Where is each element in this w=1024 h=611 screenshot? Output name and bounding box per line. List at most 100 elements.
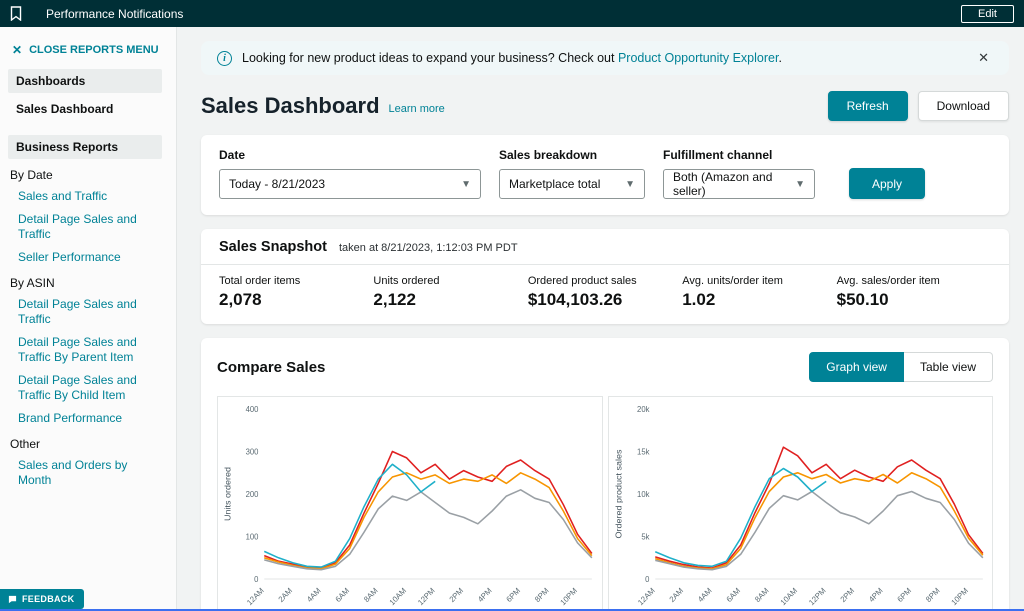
svg-text:300: 300 (246, 447, 259, 456)
stat-value: $104,103.26 (527, 290, 623, 309)
svg-text:10PM: 10PM (949, 586, 969, 607)
filters-card: Date Today - 8/21/2023 ▼ Sales breakdown… (201, 135, 1009, 215)
svg-text:12AM: 12AM (245, 586, 265, 607)
svg-text:10AM: 10AM (778, 586, 798, 607)
compare-sales-title: Compare Sales (217, 358, 326, 376)
apply-button[interactable]: Apply (849, 168, 926, 199)
svg-text:400: 400 (246, 405, 259, 414)
feedback-button[interactable]: FEEDBACK (0, 589, 85, 609)
fulfillment-channel-select[interactable]: Both (Amazon and seller) ▼ (663, 169, 815, 199)
stat-value: 2,078 (219, 290, 262, 309)
svg-text:12PM: 12PM (807, 586, 827, 607)
sidebar-item-detail-page-child-item[interactable]: Detail Page Sales and Traffic By Child I… (0, 369, 176, 407)
sidebar-item-brand-performance[interactable]: Brand Performance (0, 407, 176, 430)
snapshot-stats: Total order items 2,078 Units ordered 2,… (201, 265, 1009, 324)
refresh-button[interactable]: Refresh (827, 91, 908, 121)
info-icon: i (217, 50, 232, 66)
svg-text:2PM: 2PM (838, 586, 855, 604)
svg-text:Ordered product sales: Ordered product sales (613, 449, 623, 539)
download-button[interactable]: Download (917, 91, 1009, 121)
svg-text:4PM: 4PM (867, 586, 884, 604)
svg-text:6AM: 6AM (334, 586, 351, 604)
stat-units-ordered: Units ordered 2,122 (373, 275, 527, 310)
svg-text:200: 200 (246, 490, 259, 499)
svg-text:2PM: 2PM (448, 586, 465, 604)
svg-text:0: 0 (254, 575, 259, 584)
sidebar-item-detail-page-parent-item[interactable]: Detail Page Sales and Traffic By Parent … (0, 331, 176, 369)
banner-suffix: . (778, 51, 782, 65)
svg-text:6PM: 6PM (895, 586, 912, 604)
stat-label: Total order items (219, 275, 301, 287)
banner-message: Looking for new product ideas to expand … (242, 51, 615, 65)
svg-text:Units ordered: Units ordered (223, 467, 233, 521)
snapshot-timestamp: taken at 8/21/2023, 1:12:03 PM PDT (338, 242, 518, 254)
compare-sales-card: Compare Sales Graph view Table view 0 100… (201, 338, 1009, 611)
sidebar-group-by-asin: By ASIN (10, 276, 55, 290)
fulfillment-channel-label: Fulfillment channel (663, 148, 773, 162)
svg-text:15k: 15k (637, 447, 649, 456)
stat-value: 2,122 (373, 290, 416, 309)
sidebar-item-sales-orders-by-month[interactable]: Sales and Orders by Month (0, 454, 176, 492)
chevron-down-icon: ▼ (795, 178, 805, 190)
sales-snapshot-title: Sales Snapshot (219, 239, 327, 255)
close-icon: ✕ (12, 43, 23, 57)
sidebar-group-by-date: By Date (10, 168, 53, 182)
svg-text:20k: 20k (637, 405, 649, 414)
svg-text:4PM: 4PM (476, 586, 493, 604)
table-view-button[interactable]: Table view (903, 352, 993, 382)
svg-text:6AM: 6AM (724, 586, 741, 604)
stat-avg-units-per-order: Avg. units/order item 1.02 (682, 275, 836, 310)
comment-icon (8, 595, 17, 603)
sidebar-item-seller-performance[interactable]: Seller Performance (0, 246, 176, 269)
close-reports-label: CLOSE REPORTS MENU (29, 44, 159, 56)
info-banner: i Looking for new product ideas to expan… (201, 41, 1009, 75)
fulfillment-channel-value: Both (Amazon and seller) (673, 170, 773, 198)
graph-view-button[interactable]: Graph view (809, 352, 904, 382)
svg-text:4AM: 4AM (696, 586, 713, 604)
banner-close-icon[interactable]: ✕ (974, 48, 993, 68)
svg-text:6PM: 6PM (505, 586, 522, 604)
stat-value: $50.10 (836, 290, 889, 309)
svg-text:2AM: 2AM (667, 586, 684, 604)
ordered-product-sales-chart-panel: 0 5k 10k 15k 20k Ordered product sales 12AM 2AM… (607, 396, 993, 611)
topbar-title: Performance Notifications (46, 6, 184, 21)
banner-text: Looking for new product ideas to expand … (242, 51, 782, 65)
product-opportunity-explorer-link[interactable]: Product Opportunity Explorer (618, 51, 779, 65)
stat-value: 1.02 (682, 290, 716, 309)
date-select-value: Today - 8/21/2023 (229, 177, 326, 191)
sidebar-item-sales-dashboard[interactable]: Sales Dashboard (0, 95, 176, 123)
stat-ordered-product-sales: Ordered product sales $104,103.26 (528, 275, 682, 310)
svg-text:8AM: 8AM (753, 586, 770, 604)
stat-label: Avg. units/order item (682, 275, 783, 287)
svg-text:8AM: 8AM (362, 586, 379, 604)
bookmark-icon[interactable] (10, 6, 24, 22)
stat-label: Ordered product sales (527, 275, 637, 287)
sales-breakdown-select[interactable]: Marketplace total ▼ (499, 169, 645, 199)
svg-text:2AM: 2AM (277, 586, 294, 604)
sidebar-section-dashboards: Dashboards (8, 69, 162, 93)
sidebar-item-sales-and-traffic[interactable]: Sales and Traffic (0, 185, 176, 208)
stat-label: Avg. sales/order item (836, 275, 940, 287)
edit-button[interactable]: Edit (961, 4, 1014, 23)
sidebar-section-business-reports: Business Reports (8, 135, 162, 159)
chevron-down-icon: ▼ (461, 178, 471, 190)
close-reports-menu[interactable]: ✕ CLOSE REPORTS MENU (0, 43, 176, 57)
top-bar: Performance Notifications Edit (0, 0, 1024, 27)
svg-text:10AM: 10AM (388, 586, 408, 607)
view-toggle: Graph view Table view (809, 352, 993, 382)
sales-breakdown-label: Sales breakdown (499, 148, 598, 162)
feedback-label: FEEDBACK (22, 594, 75, 604)
stat-label: Units ordered (373, 275, 440, 287)
sidebar-item-detail-page-sales-traffic[interactable]: Detail Page Sales and Traffic (0, 208, 176, 246)
sidebar-item-detail-page-sales-traffic-asin[interactable]: Detail Page Sales and Traffic (0, 293, 176, 331)
svg-text:8PM: 8PM (533, 586, 550, 604)
svg-text:10PM: 10PM (559, 586, 579, 607)
sidebar-group-other: Other (10, 437, 41, 451)
page-title: Sales Dashboard (201, 93, 380, 118)
svg-text:4AM: 4AM (305, 586, 322, 604)
main-content: i Looking for new product ideas to expan… (177, 27, 1024, 611)
learn-more-link[interactable]: Learn more (389, 103, 445, 115)
svg-text:12PM: 12PM (416, 586, 436, 607)
chevron-down-icon: ▼ (625, 178, 635, 190)
date-select[interactable]: Today - 8/21/2023 ▼ (219, 169, 481, 199)
